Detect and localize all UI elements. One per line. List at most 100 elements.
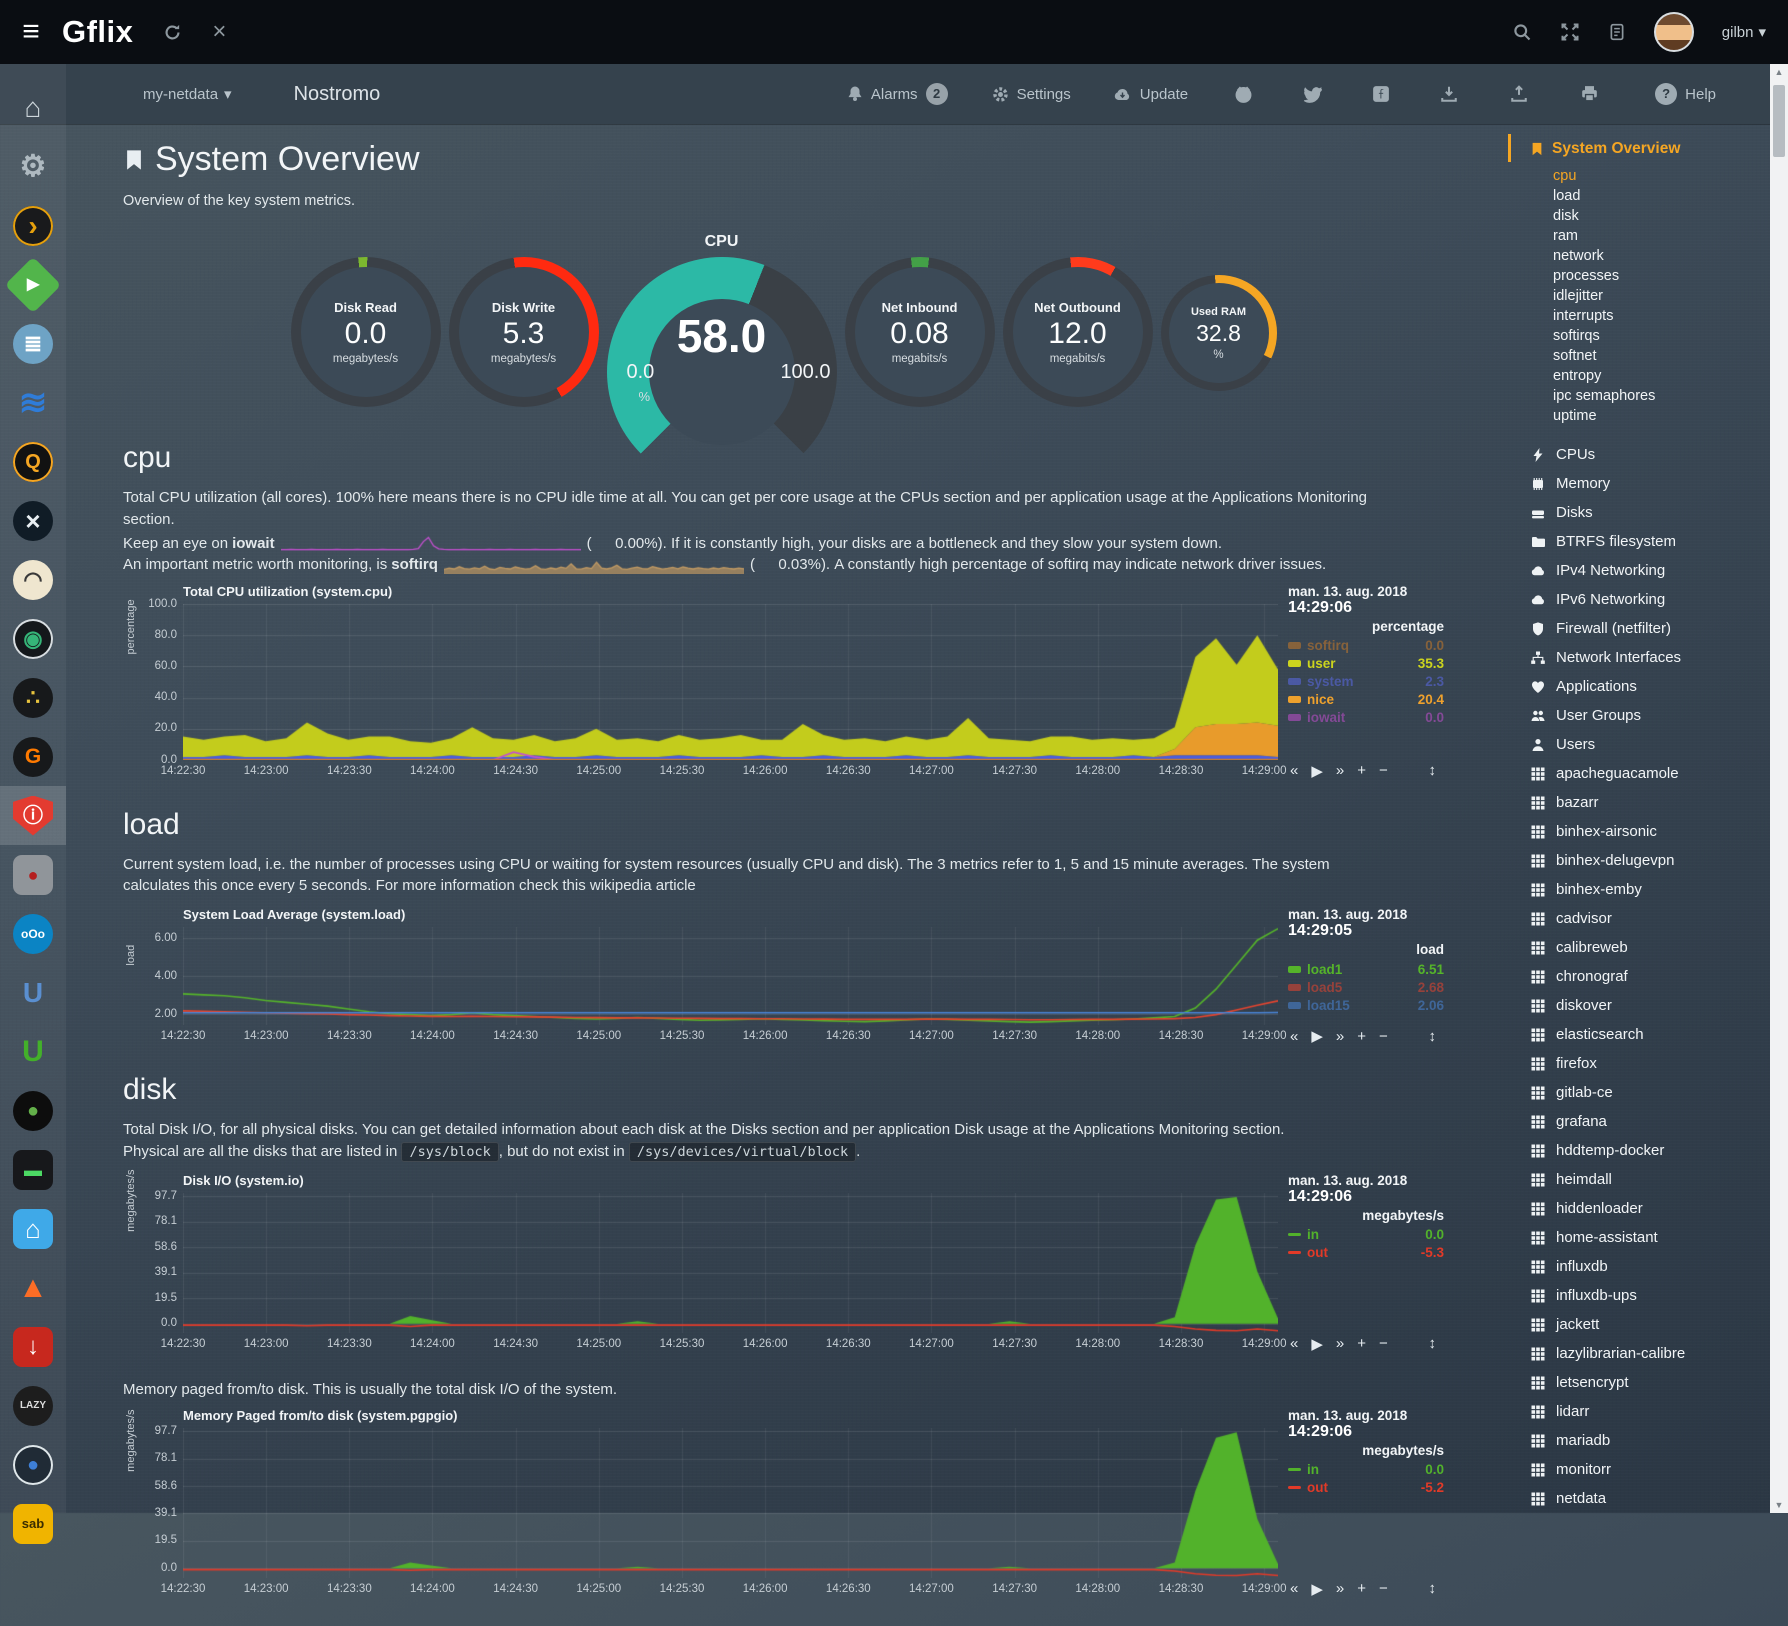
download-icon[interactable]: [1440, 85, 1458, 103]
sidebar-app-gitlab[interactable]: ▲: [0, 1258, 66, 1317]
github-icon[interactable]: [1234, 85, 1253, 104]
toc-item-cpu[interactable]: cpu: [1553, 166, 1770, 186]
toc-app-gitlab-ce[interactable]: gitlab-ce: [1508, 1078, 1770, 1107]
gauge-net_outbound[interactable]: Net Outbound12.0megabits/s: [1003, 257, 1153, 407]
toolbox-button[interactable]: +: [1357, 1028, 1366, 1045]
toolbox-button[interactable]: +: [1357, 1335, 1366, 1352]
toolbox-button[interactable]: «: [1290, 1335, 1298, 1352]
scrollbar-up-arrow[interactable]: ▲: [1775, 67, 1784, 77]
toc-item-interrupts[interactable]: interrupts: [1553, 306, 1770, 326]
sidebar-app-calibre-web[interactable]: ≣: [0, 314, 66, 373]
sidebar-app-kitana[interactable]: ×: [0, 491, 66, 550]
user-menu[interactable]: gilbn ▾: [1722, 23, 1766, 41]
sidebar-app-ombi[interactable]: ◠: [0, 550, 66, 609]
toc-app-influxdb[interactable]: influxdb: [1508, 1252, 1770, 1281]
toc-group-network-interfaces[interactable]: Network Interfaces: [1508, 643, 1770, 672]
chart-resize-handle[interactable]: ↕: [1429, 1028, 1437, 1045]
print-icon[interactable]: [1580, 85, 1599, 103]
sidebar-app-ubooquity[interactable]: U: [0, 963, 66, 1022]
sidebar-app-duplicati[interactable]: ●: [0, 1435, 66, 1494]
sidebar-app-diskover[interactable]: ∴: [0, 668, 66, 727]
sidebar-app-plex[interactable]: ›: [0, 196, 66, 255]
sidebar-app-home[interactable]: ⌂: [0, 78, 66, 137]
chart-cpu[interactable]: Total CPU utilization (system.cpu)percen…: [123, 584, 1444, 782]
toolbox-button[interactable]: »: [1336, 1028, 1344, 1045]
gauge-cpu[interactable]: CPU58.00.0100.0%: [607, 233, 837, 487]
fullscreen-icon[interactable]: [1560, 22, 1580, 42]
gauge-disk_write[interactable]: Disk Write5.3megabytes/s: [449, 257, 599, 407]
chart-load[interactable]: System Load Average (system.load)load2.0…: [123, 907, 1444, 1047]
toolbox-button[interactable]: «: [1290, 1028, 1298, 1045]
toc-group-users[interactable]: Users: [1508, 730, 1770, 759]
legend-load5[interactable]: load52.68: [1288, 978, 1444, 996]
toc-item-ram[interactable]: ram: [1553, 226, 1770, 246]
close-icon[interactable]: ×: [212, 20, 226, 44]
toc-app-heimdall[interactable]: heimdall: [1508, 1165, 1770, 1194]
settings-button[interactable]: Settings: [992, 86, 1071, 103]
gauge-net_inbound[interactable]: Net Inbound0.08megabits/s: [845, 257, 995, 407]
toc-group-cpus[interactable]: CPUs: [1508, 440, 1770, 469]
toc-group-firewall-netfilter-[interactable]: Firewall (netfilter): [1508, 614, 1770, 643]
toc-app-lazylibrarian-calibre[interactable]: lazylibrarian-calibre: [1508, 1339, 1770, 1368]
sidebar-app-youtube-dl[interactable]: ↓: [0, 1317, 66, 1376]
toolbox-button[interactable]: +: [1357, 762, 1366, 779]
toolbox-button[interactable]: ▶: [1311, 1335, 1323, 1353]
sidebar-app-home-assistant[interactable]: ⌂: [0, 1199, 66, 1258]
toolbox-button[interactable]: ▶: [1311, 1027, 1323, 1045]
sidebar-app-chronograf[interactable]: ◉: [0, 609, 66, 668]
toc-group-btrfs-filesystem[interactable]: BTRFS filesystem: [1508, 527, 1770, 556]
sidebar-app-grafana[interactable]: G: [0, 727, 66, 786]
toc-item-softirqs[interactable]: softirqs: [1553, 326, 1770, 346]
chart-plot-area[interactable]: [183, 927, 1278, 1025]
toolbox-button[interactable]: −: [1379, 1335, 1388, 1352]
gauge-disk_read[interactable]: Disk Read0.0megabytes/s: [291, 257, 441, 407]
toolbox-button[interactable]: «: [1290, 1580, 1298, 1597]
toc-app-letsencrypt[interactable]: letsencrypt: [1508, 1368, 1770, 1397]
chart-plot-area[interactable]: [183, 604, 1278, 760]
toc-app-apacheguacamole[interactable]: apacheguacamole: [1508, 759, 1770, 788]
toc-app-firefox[interactable]: firefox: [1508, 1049, 1770, 1078]
toc-app-mariadb[interactable]: mariadb: [1508, 1426, 1770, 1455]
toolbox-button[interactable]: +: [1357, 1580, 1366, 1597]
toc-group-memory[interactable]: Memory: [1508, 469, 1770, 498]
sidebar-app-folder-app[interactable]: ●: [0, 845, 66, 904]
legend-load15[interactable]: load152.06: [1288, 996, 1444, 1014]
toc-system-overview[interactable]: System Overview: [1508, 134, 1770, 162]
toolbox-button[interactable]: «: [1290, 762, 1298, 779]
toc-group-applications[interactable]: Applications: [1508, 672, 1770, 701]
scrollbar-thumb[interactable]: [1773, 85, 1785, 157]
toc-app-netdata[interactable]: netdata: [1508, 1484, 1770, 1513]
scrollbar-down-arrow[interactable]: ▼: [1775, 1500, 1784, 1510]
sidebar-app-sabnzbd[interactable]: sab: [0, 1494, 66, 1553]
chart-pgpgio[interactable]: Memory Paged from/to disk (system.pgpgio…: [123, 1408, 1444, 1600]
toc-app-chronograf[interactable]: chronograf: [1508, 962, 1770, 991]
chart-resize-handle[interactable]: ↕: [1429, 1580, 1437, 1597]
toc-item-entropy[interactable]: entropy: [1553, 366, 1770, 386]
sidebar-app-monitorr[interactable]: ▬: [0, 1140, 66, 1199]
legend-load1[interactable]: load16.51: [1288, 960, 1444, 978]
legend-out[interactable]: out-5.3: [1288, 1244, 1444, 1262]
sidebar-app-jackett[interactable]: Q: [0, 432, 66, 491]
twitter-icon[interactable]: [1303, 86, 1322, 103]
gauge-used_ram[interactable]: Used RAM32.8%: [1161, 275, 1277, 391]
machine-dropdown[interactable]: my-netdata ▾: [143, 85, 232, 103]
toc-app-binhex-delugevpn[interactable]: binhex-delugevpn: [1508, 846, 1770, 875]
toc-app-home-assistant[interactable]: home-assistant: [1508, 1223, 1770, 1252]
toc-group-ipv6-networking[interactable]: IPv6 Networking: [1508, 585, 1770, 614]
sidebar-app-airsonic[interactable]: ≋: [0, 373, 66, 432]
toc-app-jackett[interactable]: jackett: [1508, 1310, 1770, 1339]
sidebar-app-netdata-active[interactable]: ⓘ: [0, 786, 66, 845]
legend-in[interactable]: in0.0: [1288, 1226, 1444, 1244]
legend-iowait[interactable]: iowait0.0: [1288, 709, 1444, 727]
facebook-icon[interactable]: [1372, 85, 1390, 103]
legend-out[interactable]: out-5.2: [1288, 1479, 1444, 1497]
legend-system[interactable]: system2.3: [1288, 673, 1444, 691]
toc-group-ipv4-networking[interactable]: IPv4 Networking: [1508, 556, 1770, 585]
chart-plot-area[interactable]: [183, 1193, 1278, 1333]
sidebar-app-unraid[interactable]: U: [0, 1022, 66, 1081]
legend-user[interactable]: user35.3: [1288, 655, 1444, 673]
chart-resize-handle[interactable]: ↕: [1429, 1335, 1437, 1352]
user-avatar[interactable]: [1654, 12, 1694, 52]
legend-softirq[interactable]: softirq0.0: [1288, 637, 1444, 655]
sidebar-app-turtle-app[interactable]: ●: [0, 1081, 66, 1140]
